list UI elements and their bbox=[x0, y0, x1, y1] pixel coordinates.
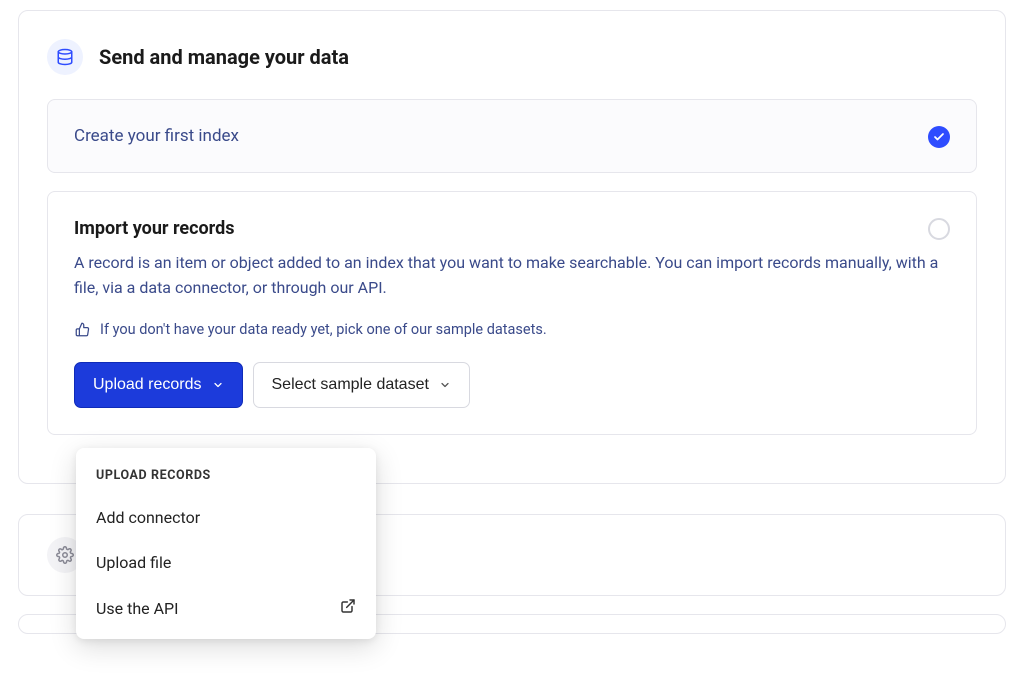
dropdown-item-label: Upload file bbox=[96, 553, 171, 572]
button-label: Select sample dataset bbox=[272, 376, 429, 394]
section-header: Send and manage your data bbox=[47, 39, 977, 75]
upload-records-dropdown: UPLOAD RECORDS Add connector Upload file… bbox=[76, 448, 376, 639]
main-card: Send and manage your data Create your fi… bbox=[18, 10, 1006, 484]
step-status-complete bbox=[928, 126, 950, 148]
section-title: Send and manage your data bbox=[99, 45, 349, 69]
step-create-index[interactable]: Create your first index bbox=[47, 99, 977, 173]
step-title: Create your first index bbox=[74, 126, 950, 146]
dropdown-item-label: Add connector bbox=[96, 508, 200, 527]
thumbs-up-icon bbox=[74, 321, 90, 337]
dropdown-item-add-connector[interactable]: Add connector bbox=[76, 495, 376, 540]
gear-icon bbox=[56, 546, 74, 564]
database-icon bbox=[56, 48, 74, 66]
tip-row: If you don't have your data ready yet, p… bbox=[74, 321, 950, 338]
dropdown-item-label: Use the API bbox=[96, 599, 178, 618]
check-icon bbox=[928, 126, 950, 148]
empty-circle-icon bbox=[928, 218, 950, 240]
button-row: Upload records Select sample dataset bbox=[74, 362, 950, 408]
chevron-down-icon bbox=[212, 379, 224, 391]
button-label: Upload records bbox=[93, 376, 202, 394]
upload-records-button[interactable]: Upload records bbox=[74, 362, 243, 408]
external-link-icon bbox=[340, 598, 356, 618]
dropdown-header: UPLOAD RECORDS bbox=[76, 462, 376, 495]
chevron-down-icon bbox=[439, 379, 451, 391]
step-description: A record is an item or object added to a… bbox=[74, 251, 950, 301]
step-status-pending bbox=[928, 218, 950, 240]
select-sample-dataset-button[interactable]: Select sample dataset bbox=[253, 362, 470, 408]
dropdown-item-upload-file[interactable]: Upload file bbox=[76, 540, 376, 585]
tip-text: If you don't have your data ready yet, p… bbox=[100, 321, 547, 338]
step-title: Import your records bbox=[74, 218, 950, 239]
dropdown-item-use-api[interactable]: Use the API bbox=[76, 585, 376, 631]
database-icon-badge bbox=[47, 39, 83, 75]
step-import-records: Import your records A record is an item … bbox=[47, 191, 977, 435]
